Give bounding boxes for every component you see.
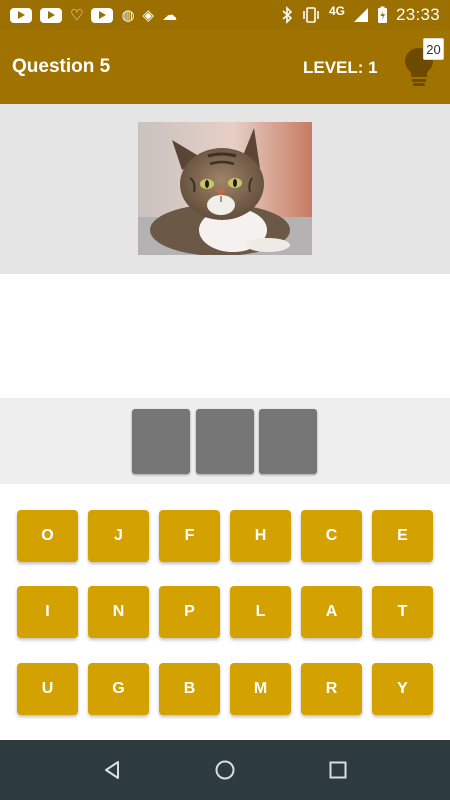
letter-key[interactable]: E [372,510,433,562]
letter-key[interactable]: R [301,663,362,715]
question-title: Question 5 [12,56,111,77]
letter-keyboard: O J F H C E I N P L A T U G B M R Y [0,484,450,740]
letter-key[interactable]: T [372,586,433,638]
network-type: 4G [328,4,345,18]
home-icon [215,760,235,780]
blank-area [0,274,450,398]
letter-key[interactable]: Y [372,663,433,715]
heart-icon: ♡ [70,6,84,24]
app-bar: Question 5 LEVEL: 1 20 [0,30,450,104]
letter-key[interactable]: B [159,663,220,715]
letter-key[interactable]: H [230,510,291,562]
hint-count-badge: 20 [423,38,444,60]
letter-key[interactable]: P [159,586,220,638]
battery-icon [377,6,387,23]
letter-key[interactable]: U [17,663,78,715]
letter-key[interactable]: G [88,663,149,715]
back-icon [105,761,119,779]
letter-key[interactable]: M [230,663,291,715]
answer-slot[interactable] [196,409,254,474]
clock: 23:33 [395,5,440,24]
letter-key[interactable]: J [88,510,149,562]
vibrate-icon [303,7,319,23]
recents-button[interactable] [326,758,350,782]
image-panel [0,104,450,274]
system-icons: 4G 23:33 [281,4,440,25]
level-label: LEVEL: 1 [303,58,378,77]
navigation-bar [0,740,450,800]
letter-key[interactable]: C [301,510,362,562]
diamond-icon: ◈ [142,6,155,24]
letter-key[interactable]: A [301,586,362,638]
home-button[interactable] [213,758,237,782]
answer-slot[interactable] [132,409,190,474]
letter-key[interactable]: L [230,586,291,638]
bluetooth-icon [282,6,293,24]
recents-icon [329,761,347,779]
youtube-icon [40,7,62,23]
answer-slot[interactable] [259,409,317,474]
status-bar: ♡ ◍ ◈ ☁ 4G 23:33 [0,0,450,30]
letter-key[interactable]: N [88,586,149,638]
circle-icon: ◍ [121,6,135,24]
signal-icon [353,8,368,22]
back-button[interactable] [100,758,124,782]
cat-photo [138,122,312,255]
answer-slots [0,398,450,484]
letter-key[interactable]: I [17,586,78,638]
youtube-icon [10,7,32,23]
notification-icons: ♡ ◍ ◈ ☁ [10,6,178,24]
cloud-icon: ☁ [162,6,178,24]
letter-key[interactable]: O [17,510,78,562]
letter-key[interactable]: F [159,510,220,562]
youtube-icon [91,7,114,23]
